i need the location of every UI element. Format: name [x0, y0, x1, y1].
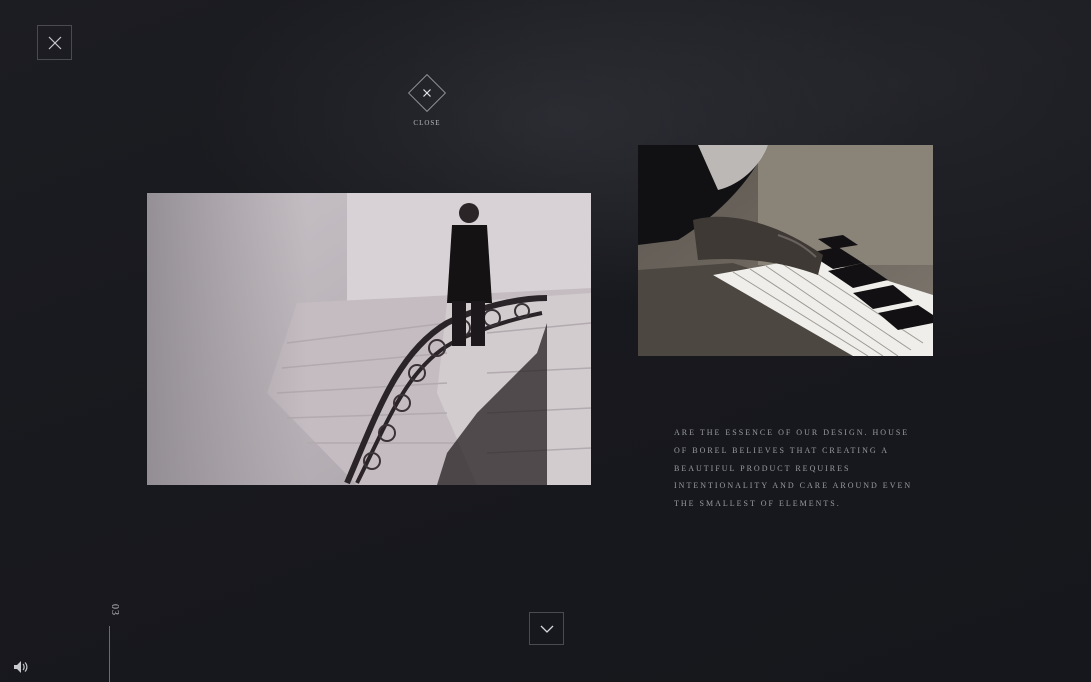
close-icon [423, 89, 431, 97]
speaker-icon [14, 661, 28, 673]
piano-photo [638, 145, 933, 356]
slide-number: 03 [109, 604, 120, 616]
next-slide-button[interactable] [529, 612, 564, 645]
sound-toggle-button[interactable] [13, 660, 31, 674]
description-text: ARE THE ESSENCE OF OUR DESIGN. HOUSE OF … [674, 428, 913, 509]
close-icon [48, 36, 61, 49]
staircase-photo [147, 193, 591, 485]
corner-close-button[interactable] [37, 25, 72, 60]
modal-overlay: CLOSE ARE THE ESSENCE OF OUR DESIGN. HOU… [0, 0, 1091, 682]
diamond-close-button[interactable] [407, 73, 447, 113]
slide-progress-line [109, 626, 110, 682]
chevron-down-icon [540, 625, 553, 633]
close-label: CLOSE [413, 119, 441, 127]
